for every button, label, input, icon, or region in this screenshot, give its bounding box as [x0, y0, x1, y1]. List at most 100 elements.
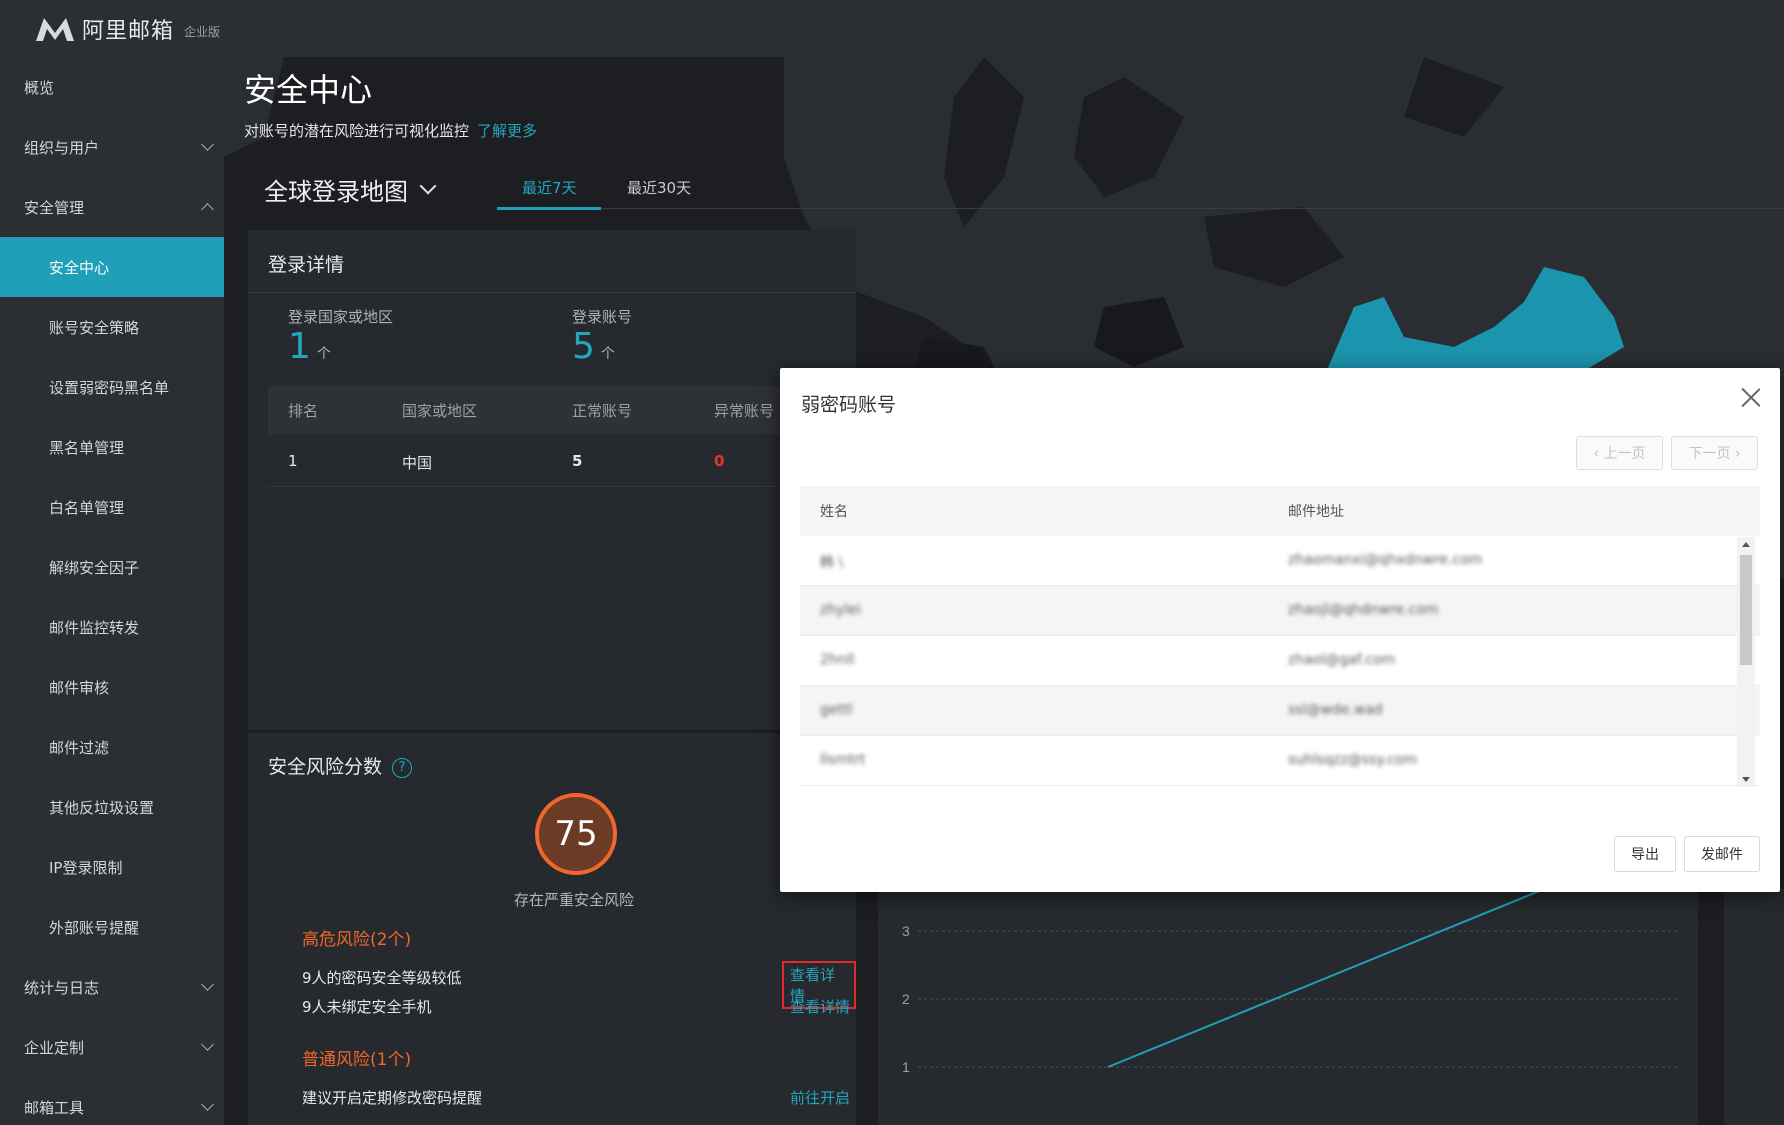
- login-detail-card: 登录详情 登录国家或地区 1个 登录账号 5个 排名 国家或地区 正常账号 异常…: [248, 230, 856, 730]
- sidebar-item-mail-audit[interactable]: 邮件审核: [0, 657, 224, 717]
- map-selector[interactable]: 全球登录地图: [264, 172, 437, 207]
- sidebar-item-mail-filter[interactable]: 邮件过滤: [0, 717, 224, 777]
- sidebar-item-weak-password-blacklist[interactable]: 设置弱密码黑名单: [0, 357, 224, 417]
- side-card: [1724, 887, 1784, 1125]
- scroll-up-icon[interactable]: [1742, 542, 1750, 547]
- sidebar-item-security-center[interactable]: 安全中心: [0, 237, 224, 297]
- sidebar-item-ip-restrict[interactable]: IP登录限制: [0, 837, 224, 897]
- active-tab-indicator: [497, 207, 601, 210]
- sidebar-item-account-policy[interactable]: 账号安全策略: [0, 297, 224, 357]
- modal-table-header: 姓名 邮件地址: [800, 486, 1760, 536]
- countries-value: 1个: [288, 326, 331, 367]
- modal-table-scrollbar[interactable]: [1737, 537, 1755, 787]
- series-line: [1107, 862, 1609, 1068]
- sidebar: 概览 组织与用户 安全管理 安全中心 账号安全策略 设置弱密码黑名单 黑名单管理…: [0, 57, 224, 1125]
- normal-risk-heading: 普通风险(1个): [302, 1050, 412, 1070]
- sidebar-item-label: 账号安全策略: [49, 318, 140, 337]
- page-description-text: 对账号的潜在风险进行可视化监控: [244, 122, 470, 140]
- risk-score-title: 安全风险分数?: [268, 752, 413, 779]
- prev-page-button[interactable]: ‹ 上一页: [1576, 436, 1663, 470]
- table-row[interactable]: 韩 \ zhaomanxi@qhxdnwre.com: [800, 536, 1760, 586]
- sidebar-item-customize[interactable]: 企业定制: [0, 1017, 224, 1077]
- table-cell-normal: 5: [572, 452, 583, 470]
- row-name: 韩 \: [820, 555, 844, 571]
- sidebar-item-security-mgmt[interactable]: 安全管理: [0, 177, 224, 237]
- help-icon[interactable]: ?: [392, 757, 413, 778]
- sidebar-item-label: 企业定制: [24, 1038, 85, 1057]
- page-title: 安全中心: [244, 71, 373, 109]
- sidebar-item-label: 组织与用户: [24, 138, 100, 157]
- chevron-up-icon: [201, 203, 214, 216]
- normal-risk-item: 建议开启定期修改密码提醒: [302, 1089, 483, 1107]
- accounts-label: 登录账号: [572, 308, 633, 326]
- tab-last-30-days[interactable]: 最近30天: [627, 177, 691, 198]
- table-cell-region: 中国: [402, 454, 433, 472]
- table-cell-rank: 1: [288, 452, 298, 470]
- export-button[interactable]: 导出: [1614, 836, 1676, 872]
- next-page-button[interactable]: 下一页 ›: [1671, 436, 1758, 470]
- sidebar-item-external-alert[interactable]: 外部账号提醒: [0, 897, 224, 957]
- risk-score-card: 安全风险分数? 75 存在严重安全风险 高危风险(2个) 9人的密码安全等级较低…: [248, 733, 856, 1125]
- sidebar-item-label: 邮件监控转发: [49, 618, 140, 637]
- countries-count: 1: [288, 326, 311, 367]
- sidebar-item-overview[interactable]: 概览: [0, 57, 224, 117]
- high-risk-heading: 高危风险(2个): [302, 930, 412, 950]
- send-mail-button[interactable]: 发邮件: [1684, 836, 1760, 872]
- chevron-down-icon: [419, 177, 437, 194]
- accounts-value: 5个: [572, 326, 615, 367]
- row-email: ssl@wde.wad: [1288, 702, 1383, 718]
- risk-score-title-text: 安全风险分数: [268, 756, 383, 778]
- table-row[interactable]: gettl ssl@wde.wad: [800, 686, 1760, 736]
- y-tick-label: 3: [902, 923, 910, 939]
- sidebar-item-stats-logs[interactable]: 统计与日志: [0, 957, 224, 1017]
- sidebar-item-unbind-factor[interactable]: 解绑安全因子: [0, 537, 224, 597]
- sidebar-item-label: IP登录限制: [49, 858, 123, 877]
- sidebar-item-antispam[interactable]: 其他反垃圾设置: [0, 777, 224, 837]
- column-header: 正常账号: [572, 402, 633, 420]
- sidebar-item-mail-forward[interactable]: 邮件监控转发: [0, 597, 224, 657]
- high-risk-item: 9人的密码安全等级较低: [302, 969, 462, 987]
- row-name: gettl: [820, 702, 853, 718]
- trend-chart-card: 3 2 1: [878, 862, 1698, 1125]
- page-description: 对账号的潜在风险进行可视化监控 了解更多: [244, 120, 537, 141]
- sidebar-item-label: 安全管理: [24, 198, 85, 217]
- weak-password-modal: 弱密码账号 ‹ 上一页 下一页 › 姓名 邮件地址 韩 \ zhaomanxi@…: [780, 368, 1780, 892]
- chevron-down-icon: [201, 138, 214, 151]
- app-edition: 企业版: [184, 25, 221, 39]
- table-cell-abnormal: 0: [714, 452, 725, 470]
- top-bar: 阿里邮箱 企业版: [0, 0, 1784, 57]
- column-header: 国家或地区: [402, 402, 478, 420]
- row-name: 2hnll: [820, 652, 855, 668]
- column-header: 异常账号: [714, 402, 775, 420]
- high-risk-item: 9人未绑定安全手机: [302, 998, 432, 1016]
- table-row[interactable]: zhylei zhaojl@qhdnwre.com: [800, 586, 1760, 636]
- modal-title: 弱密码账号: [801, 394, 897, 416]
- table-row[interactable]: llsmtrt suhlsqzz@ssy.com: [800, 736, 1760, 786]
- table-row[interactable]: 2hnll zhaol@gaf.com: [800, 636, 1760, 686]
- view-details-link[interactable]: 查看详情: [790, 996, 850, 1017]
- sidebar-item-label: 白名单管理: [49, 498, 125, 517]
- sidebar-item-whitelist[interactable]: 白名单管理: [0, 477, 224, 537]
- sidebar-item-label: 设置弱密码黑名单: [49, 378, 170, 397]
- column-header-email: 邮件地址: [1288, 504, 1344, 520]
- sidebar-item-blacklist[interactable]: 黑名单管理: [0, 417, 224, 477]
- chevron-down-icon: [201, 1098, 214, 1111]
- accounts-count: 5: [572, 326, 595, 367]
- row-email: zhaol@gaf.com: [1288, 652, 1395, 668]
- scroll-down-icon[interactable]: [1742, 777, 1750, 782]
- sidebar-item-mail-tools[interactable]: 邮箱工具: [0, 1077, 224, 1125]
- sidebar-item-label: 黑名单管理: [49, 438, 125, 457]
- row-name: zhylei: [820, 602, 861, 618]
- learn-more-link[interactable]: 了解更多: [477, 122, 537, 140]
- sidebar-item-label: 统计与日志: [24, 978, 100, 997]
- sidebar-item-label: 其他反垃圾设置: [49, 798, 155, 817]
- enable-link[interactable]: 前往开启: [790, 1087, 850, 1108]
- scrollbar-thumb[interactable]: [1740, 555, 1752, 665]
- tab-last-7-days[interactable]: 最近7天: [522, 177, 577, 198]
- tab-divider: [497, 208, 1784, 209]
- close-icon[interactable]: [1740, 386, 1762, 408]
- sidebar-item-org-users[interactable]: 组织与用户: [0, 117, 224, 177]
- risk-score-caption: 存在严重安全风险: [514, 891, 635, 909]
- card-divider: [248, 292, 856, 293]
- table-row-divider: [268, 486, 828, 487]
